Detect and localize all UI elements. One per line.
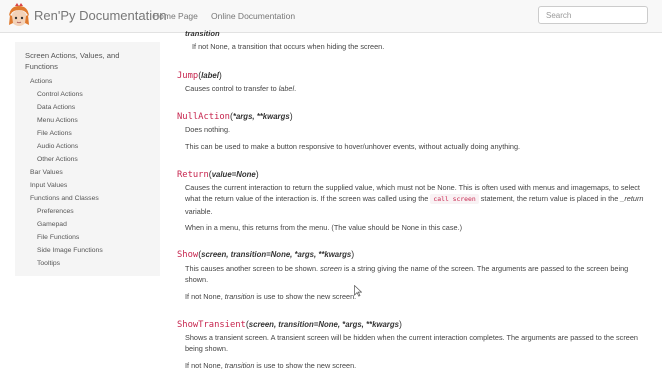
- function-name-nullaction: NullAction: [177, 112, 230, 122]
- function-desc-nullaction: Does nothing.: [185, 125, 231, 134]
- function-signature-jump: Jump(label): [177, 70, 222, 81]
- sidebar-item-data-actions[interactable]: Data Actions: [37, 104, 75, 111]
- sidebar-item-file-actions[interactable]: File Actions: [37, 130, 72, 137]
- function-params-return: value=None: [211, 170, 256, 179]
- sidebar-item-actions[interactable]: Actions: [30, 78, 52, 85]
- sidebar-toc: Screen Actions, Values, and Functions Ac…: [15, 42, 160, 276]
- sidebar-item-other-actions[interactable]: Other Actions: [37, 156, 78, 163]
- function-params-show: screen, transition=None, *args, **kwargs: [201, 250, 352, 259]
- sidebar-item-bar-values[interactable]: Bar Values: [30, 169, 63, 176]
- sidebar-item-tooltips[interactable]: Tooltips: [37, 260, 60, 267]
- sidebar-item-input-values[interactable]: Input Values: [30, 182, 67, 189]
- search-input[interactable]: [538, 6, 648, 24]
- function-name-showtransient: ShowTransient: [177, 320, 246, 330]
- sidebar-item-control-actions[interactable]: Control Actions: [37, 91, 83, 98]
- function-desc-return: Causes the current interaction to return…: [185, 183, 644, 216]
- function-name-show: Show: [177, 250, 199, 260]
- top-navbar: Ren'Py Documentation Home Page Online Do…: [0, 0, 662, 33]
- sidebar-title[interactable]: Screen Actions, Values, and Functions: [25, 50, 150, 72]
- nav-home-page[interactable]: Home Page: [153, 11, 198, 21]
- inline-code-call-screen: call screen: [430, 194, 479, 205]
- sidebar-item-side-image-functions[interactable]: Side Image Functions: [37, 247, 103, 254]
- function-params-showtransient: screen, transition=None, *args, **kwargs: [248, 320, 399, 329]
- function-name-return: Return: [177, 170, 209, 180]
- nav-online-documentation[interactable]: Online Documentation: [211, 11, 295, 21]
- renpy-logo-icon[interactable]: [6, 3, 32, 29]
- function-desc-show: This causes another screen to be shown. …: [185, 264, 629, 285]
- function-desc-nullaction-2: This can be used to make a button respon…: [185, 142, 521, 151]
- function-signature-showtransient: ShowTransient(screen, transition=None, *…: [177, 319, 402, 330]
- sidebar-item-preferences[interactable]: Preferences: [37, 208, 74, 215]
- param-desc-transition: If not None, a transition that occurs wh…: [192, 42, 385, 51]
- function-signature-return: Return(value=None): [177, 169, 259, 180]
- function-desc-showtransient: Shows a transient screen. A transient sc…: [185, 333, 638, 354]
- sidebar-item-audio-actions[interactable]: Audio Actions: [37, 143, 78, 150]
- function-params-nullaction: *args, **kwargs: [232, 112, 290, 121]
- function-name-jump: Jump: [177, 71, 199, 81]
- function-signature-nullaction: NullAction(*args, **kwargs): [177, 111, 293, 122]
- sidebar-item-gamepad[interactable]: Gamepad: [37, 221, 67, 228]
- function-desc-show-2: If not None, transition is use to show t…: [185, 292, 357, 301]
- function-desc-showtransient-2: If not None, transition is use to show t…: [185, 361, 357, 370]
- sidebar-item-menu-actions[interactable]: Menu Actions: [37, 117, 78, 124]
- sidebar-item-functions-and-classes[interactable]: Functions and Classes: [30, 195, 99, 202]
- mouse-pointer-icon: [354, 285, 362, 297]
- function-signature-show: Show(screen, transition=None, *args, **k…: [177, 249, 355, 260]
- sidebar-item-file-functions[interactable]: File Functions: [37, 234, 79, 241]
- brand-title[interactable]: Ren'Py Documentation: [34, 8, 167, 23]
- function-desc-jump: Causes control to transfer to label.: [185, 84, 297, 93]
- function-params-jump: label: [201, 71, 219, 80]
- function-desc-return-2: When in a menu, this returns from the me…: [185, 223, 463, 232]
- param-term-transition: transition: [185, 29, 220, 38]
